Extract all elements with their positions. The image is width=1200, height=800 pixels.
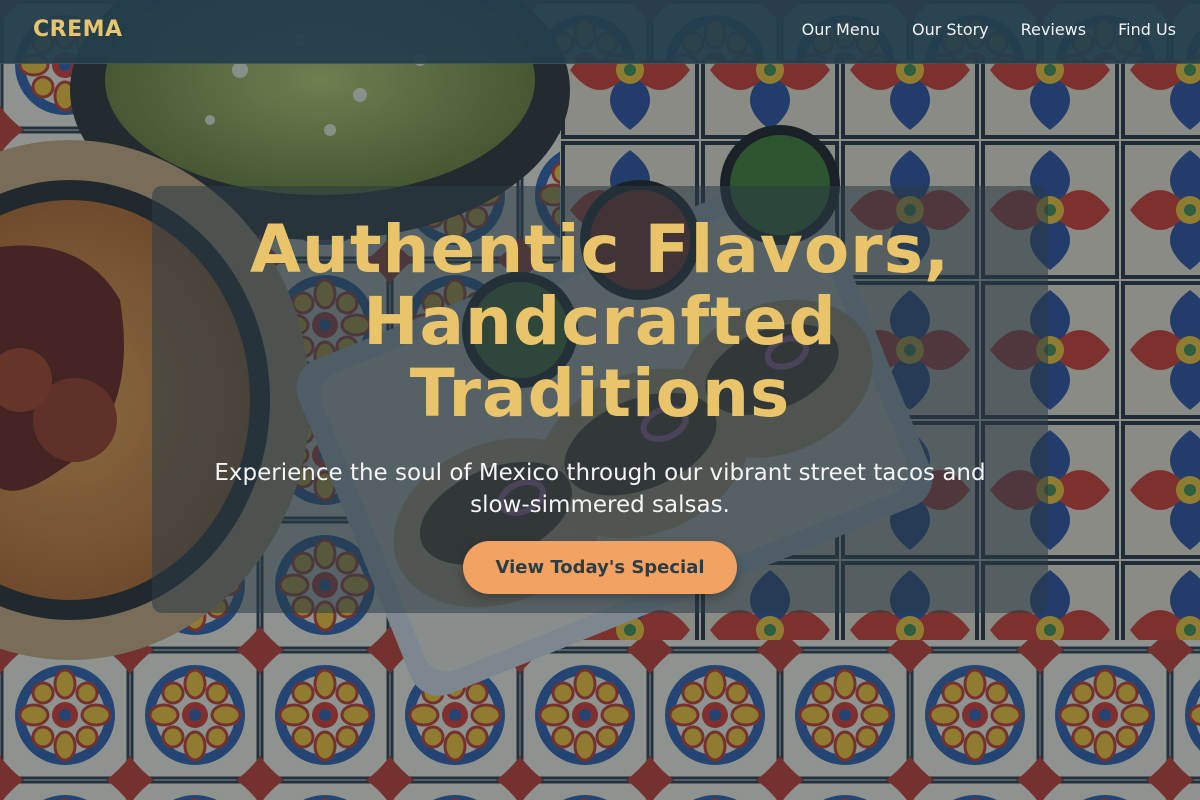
hero-card: Authentic Flavors, Handcrafted Tradition… — [152, 186, 1048, 613]
hero-title-line-3: Traditions — [409, 355, 791, 432]
hero-subtitle-line-2: slow-simmered salsas. — [470, 492, 730, 518]
nav-link-our-story[interactable]: Our Story — [912, 20, 989, 39]
nav-link-our-menu[interactable]: Our Menu — [802, 20, 880, 39]
hero-title-line-1: Authentic Flavors, — [249, 211, 951, 288]
nav-link-find-us[interactable]: Find Us — [1118, 20, 1176, 39]
view-special-button[interactable]: View Today's Special — [463, 541, 737, 594]
nav-links: Our Menu Our Story Reviews Find Us — [802, 20, 1176, 39]
hero-title: Authentic Flavors, Handcrafted Tradition… — [152, 214, 1048, 430]
hero-title-line-2: Handcrafted — [363, 283, 837, 360]
hero-subtitle-line-1: Experience the soul of Mexico through ou… — [214, 460, 986, 486]
landing-page: CREMA Our Menu Our Story Reviews Find Us… — [0, 0, 1200, 800]
brand-logo[interactable]: CREMA — [33, 17, 123, 42]
hero-subtitle: Experience the soul of Mexico through ou… — [192, 457, 1008, 521]
nav-link-reviews[interactable]: Reviews — [1021, 20, 1086, 39]
navbar: CREMA Our Menu Our Story Reviews Find Us — [0, 0, 1200, 64]
